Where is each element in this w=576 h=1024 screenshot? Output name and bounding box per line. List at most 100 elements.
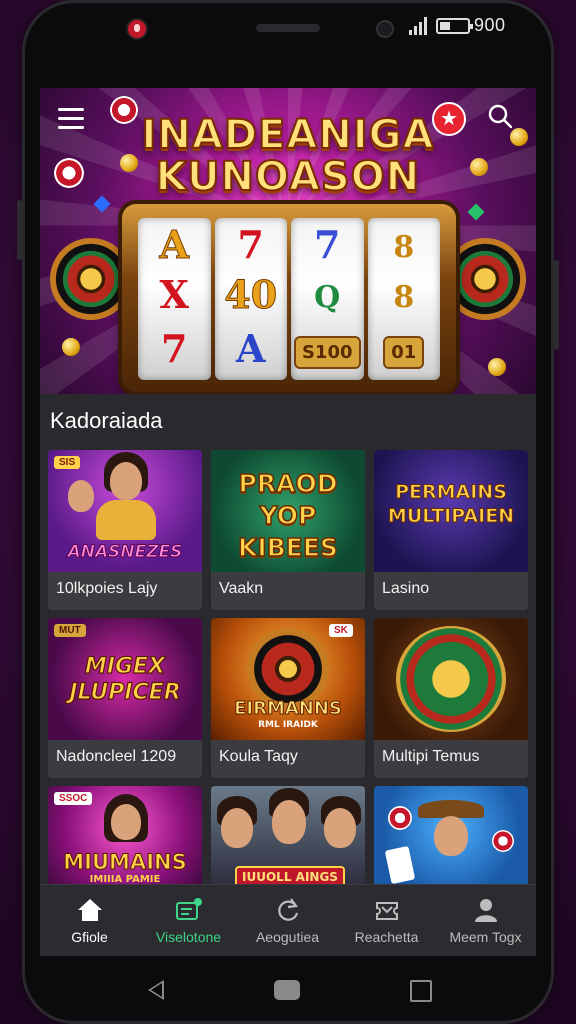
game-art-text: MIUMAINS: [63, 850, 187, 875]
slot-reel: A X 7: [138, 218, 211, 380]
ticket-icon: [376, 902, 398, 920]
game-thumbnail: SIS ANASNEZES: [48, 450, 202, 572]
game-card[interactable]: MUT MIGEX JLUPICER Nadoncleel 1209: [48, 618, 202, 778]
nav-item-profile[interactable]: Meem Togx: [436, 885, 535, 956]
game-art-text: PERMAINS MULTIPAIEN: [387, 481, 515, 528]
playing-card: [384, 845, 416, 885]
game-label: Lasino: [382, 580, 430, 597]
roulette-wheel-icon: [396, 626, 506, 732]
coin-icon: [488, 358, 506, 376]
poker-chip-icon: [492, 830, 514, 852]
game-badge: SK: [329, 624, 353, 637]
earpiece-speaker: [256, 24, 320, 32]
game-badge: MUT: [54, 624, 86, 637]
game-art-text: ANASNEZES: [67, 542, 183, 563]
character-face: [68, 480, 94, 512]
volume-button: [17, 200, 22, 260]
battery-icon: [436, 18, 473, 34]
game-art-text: EIRMANNS: [234, 698, 343, 720]
nav-item-refresh[interactable]: Aeogutiea: [238, 885, 337, 956]
game-card[interactable]: SSOC MIUMAINS IMIIIA PAMIE: [48, 786, 202, 890]
slot-reel: 8 8 01: [367, 218, 441, 380]
slot-reel: 7 Q S100: [291, 218, 364, 380]
reel-symbol: 8: [393, 230, 415, 265]
slot-reels: A X 7 7 40 A 7 Q S100 8 8 01: [138, 218, 440, 380]
game-card[interactable]: PERMAINS MULTIPAIEN Lasino: [374, 450, 528, 610]
reel-symbol: 01: [368, 336, 441, 369]
hero-banner[interactable]: INADEANIGA KUNOASON A X 7 7 40 A 7 Q: [40, 88, 536, 394]
game-thumbnail: PRAOD YOP KIBEES: [211, 450, 365, 572]
game-thumbnail: SK EIRMANNS RML IRAIDK: [211, 618, 365, 740]
back-icon[interactable]: [148, 980, 164, 1000]
nav-label: Viselotone: [155, 929, 222, 945]
hero-title-line2: KUNOASON: [155, 153, 421, 201]
reel-symbol: 8: [393, 280, 415, 315]
reel-symbol: X: [159, 272, 189, 317]
reel-symbol: 7: [314, 222, 341, 267]
roulette-wheel-left: [50, 238, 132, 320]
slot-machine: A X 7 7 40 A 7 Q S100 8 8 01: [122, 204, 456, 392]
game-card[interactable]: IUUOLL AINGS: [211, 786, 365, 890]
character-face: [111, 804, 141, 840]
front-camera: [376, 20, 394, 38]
game-label: Multipi Temus: [382, 748, 480, 765]
game-label: Vaakn: [219, 580, 264, 597]
poker-chip-icon: [388, 806, 412, 830]
game-card[interactable]: SK EIRMANNS RML IRAIDK Koula Taqy: [211, 618, 365, 778]
status-bar: 900: [40, 10, 536, 46]
character-body: [96, 500, 156, 540]
power-button: [554, 260, 559, 350]
slot-reel: 7 40 A: [214, 218, 287, 380]
game-thumbnail: SSOC MIUMAINS IMIIIA PAMIE: [48, 786, 202, 890]
game-thumbnail: PERMAINS MULTIPAIEN: [374, 450, 528, 572]
reel-symbol: 40: [224, 272, 278, 318]
nav-label: Reachetta: [354, 929, 419, 945]
nav-label: Aeogutiea: [255, 929, 320, 945]
game-badge: SSOC: [54, 792, 93, 805]
reel-symbol: A: [159, 222, 189, 268]
signal-icon: [409, 17, 427, 35]
reel-symbol: A: [236, 326, 266, 371]
app-screen: INADEANIGA KUNOASON A X 7 7 40 A 7 Q: [40, 88, 536, 956]
notification-icon: [126, 18, 148, 40]
game-card[interactable]: SIS ANASNEZES 10lkpoies Lajy: [48, 450, 202, 610]
game-thumbnail: [374, 618, 528, 740]
section-title: Kadoraiada: [50, 408, 163, 433]
game-card[interactable]: PRAOD YOP KIBEES Vaakn: [211, 450, 365, 610]
nav-label: Gfiole: [71, 929, 108, 945]
hero-title-line1: INADEANIGA: [141, 111, 435, 159]
game-card[interactable]: Multipi Temus: [374, 618, 528, 778]
coin-icon: [62, 338, 80, 356]
nav-label: Meem Togx: [449, 929, 522, 945]
roulette-wheel-right: [444, 238, 526, 320]
system-home-icon[interactable]: [274, 980, 300, 1000]
nav-item-chat[interactable]: Viselotone: [139, 885, 238, 956]
profile-icon: [475, 899, 497, 922]
game-art-text: MIGEX JLUPICER: [69, 653, 181, 705]
reel-symbol: 7: [161, 326, 188, 371]
game-badge: SIS: [54, 456, 81, 469]
game-card[interactable]: [374, 786, 528, 890]
reel-symbol: 7: [237, 222, 264, 267]
game-label: 10lkpoies Lajy: [56, 580, 158, 597]
nav-item-ticket[interactable]: Reachetta: [337, 885, 436, 956]
character-face: [434, 816, 468, 856]
game-thumbnail: MUT MIGEX JLUPICER: [48, 618, 202, 740]
game-label: Koula Taqy: [219, 748, 298, 765]
character-face: [272, 800, 306, 844]
status-time: 900: [474, 15, 506, 35]
game-label: Nadoncleel 1209: [56, 748, 177, 765]
game-thumbnail: [374, 786, 528, 890]
bottom-nav: Gfiole Viselotone Aeogutiea Reachetta Me…: [40, 884, 536, 956]
reel-symbol: S100: [291, 336, 364, 369]
refresh-icon: [278, 898, 299, 921]
system-nav-bar: [40, 960, 536, 1020]
game-art-subtext: RML IRAIDK: [258, 720, 318, 730]
reel-symbol: Q: [314, 280, 341, 315]
recent-apps-icon[interactable]: [410, 980, 432, 1002]
character-face: [110, 462, 142, 500]
nav-item-home[interactable]: Gfiole: [40, 885, 139, 956]
game-art-text: PRAOD YOP KIBEES: [237, 468, 338, 563]
character-face: [221, 808, 253, 848]
game-thumbnail: IUUOLL AINGS: [211, 786, 365, 890]
